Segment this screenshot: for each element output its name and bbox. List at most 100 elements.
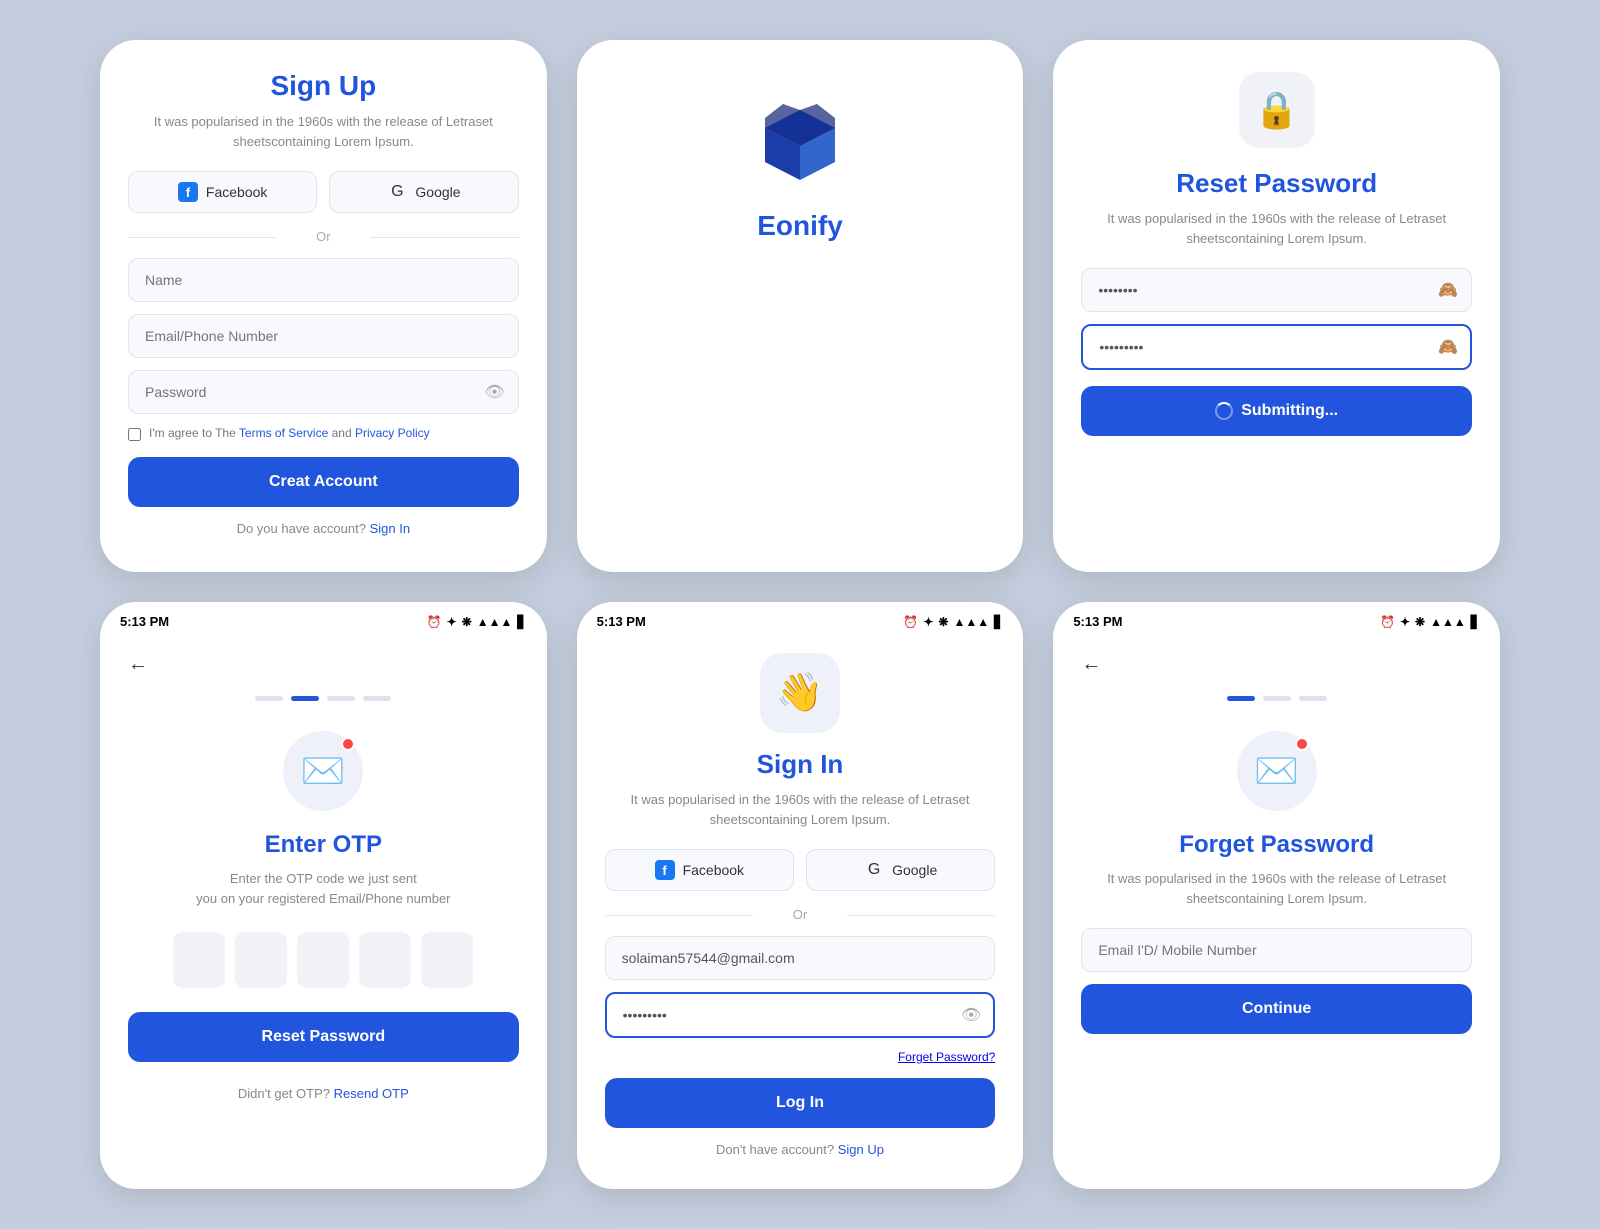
login-button[interactable]: Log In bbox=[605, 1078, 996, 1128]
reset-password-title: Reset Password bbox=[1081, 168, 1472, 199]
facebook-icon: f bbox=[178, 182, 198, 202]
signin-google-button[interactable]: G Google bbox=[806, 849, 995, 891]
social-buttons-row: f Facebook G Google bbox=[128, 171, 519, 213]
resend-row: Didn't get OTP? Resend OTP bbox=[128, 1086, 519, 1101]
statusbar-icons-forget: ⏰ ✦ ❋ ▲▲▲ ▋ bbox=[1380, 615, 1480, 629]
or-divider: Or bbox=[128, 229, 519, 244]
signin-card: 5:13 PM ⏰ ✦ ❋ ▲▲▲ ▋ 👋 Sign In It was pop… bbox=[577, 602, 1024, 1189]
forget-subtitle: It was popularised in the 1960s with the… bbox=[1081, 869, 1472, 908]
signin-facebook-label: Facebook bbox=[683, 862, 744, 878]
otp-input-2[interactable] bbox=[235, 932, 287, 988]
forgot-password-row: Forget Password? bbox=[605, 1050, 996, 1064]
otp-dot-2 bbox=[291, 696, 319, 701]
submit-button[interactable]: Submitting... bbox=[1081, 386, 1472, 436]
forget-email-icon-wrapper: ✉️ bbox=[1237, 731, 1317, 811]
forget-back-button[interactable]: ← bbox=[1081, 653, 1472, 676]
reset-password-card: 🔒 Reset Password It was popularised in t… bbox=[1053, 40, 1500, 572]
signin-password-input[interactable] bbox=[605, 992, 996, 1038]
signin-email-input[interactable] bbox=[605, 936, 996, 980]
privacy-policy-link[interactable]: Privacy Policy bbox=[355, 426, 430, 440]
eye-icon[interactable]: 👁 bbox=[484, 382, 504, 402]
email-input[interactable] bbox=[128, 314, 519, 358]
eonify-card: Eonify bbox=[577, 40, 1024, 572]
signin-prompt-row: Do you have account? Sign In bbox=[128, 521, 519, 536]
otp-title: Enter OTP bbox=[128, 831, 519, 859]
signin-social-row: f Facebook G Google bbox=[605, 849, 996, 891]
eonify-title: Eonify bbox=[757, 210, 843, 242]
terms-checkbox[interactable] bbox=[128, 428, 141, 441]
password-wrapper: 👁 bbox=[128, 370, 519, 414]
notification-dot bbox=[341, 737, 355, 751]
forget-notification-dot bbox=[1295, 737, 1309, 751]
signin-content: 👋 Sign In It was popularised in the 1960… bbox=[577, 637, 1024, 1189]
forgot-password-link[interactable]: Forget Password? bbox=[898, 1050, 995, 1064]
otp-dot-4 bbox=[363, 696, 391, 701]
loading-spinner bbox=[1215, 402, 1233, 420]
statusbar-signin: 5:13 PM ⏰ ✦ ❋ ▲▲▲ ▋ bbox=[577, 602, 1024, 637]
signin-google-icon: G bbox=[864, 860, 884, 880]
facebook-button[interactable]: f Facebook bbox=[128, 171, 317, 213]
forget-email-icon: ✉️ bbox=[1254, 750, 1299, 792]
terms-row: I'm agree to The Terms of Service and Pr… bbox=[128, 426, 519, 441]
reset-password1-input[interactable] bbox=[1081, 268, 1472, 312]
reset-password1-wrapper: 🙈 bbox=[1081, 268, 1472, 312]
statusbar-time-signin: 5:13 PM bbox=[597, 614, 646, 629]
enter-otp-card: 5:13 PM ⏰ ✦ ❋ ▲▲▲ ▋ ← ✉️ Enter OTP bbox=[100, 602, 547, 1189]
hand-wave-icon: 👋 bbox=[776, 671, 823, 715]
password-input[interactable] bbox=[128, 370, 519, 414]
eye-icon-1[interactable]: 🙈 bbox=[1438, 280, 1458, 300]
forget-dot-1 bbox=[1227, 696, 1255, 701]
terms-of-service-link[interactable]: Terms of Service bbox=[239, 426, 328, 440]
statusbar-icons: ⏰ ✦ ❋ ▲▲▲ ▋ bbox=[427, 615, 527, 629]
hand-icon-wrapper: 👋 bbox=[760, 653, 840, 733]
forget-content: ← ✉️ Forget Password It was popularised … bbox=[1053, 637, 1500, 1080]
continue-button[interactable]: Continue bbox=[1081, 984, 1472, 1034]
signin-facebook-button[interactable]: f Facebook bbox=[605, 849, 794, 891]
signup-title: Sign Up bbox=[128, 70, 519, 102]
forget-email-input[interactable] bbox=[1081, 928, 1472, 972]
back-button[interactable]: ← bbox=[128, 653, 519, 676]
google-button[interactable]: G Google bbox=[329, 171, 518, 213]
main-grid: Sign Up It was popularised in the 1960s … bbox=[100, 40, 1500, 1189]
forget-password-card: 5:13 PM ⏰ ✦ ❋ ▲▲▲ ▋ ← ✉️ Forget Password… bbox=[1053, 602, 1500, 1189]
forget-title: Forget Password bbox=[1081, 831, 1472, 859]
name-input[interactable] bbox=[128, 258, 519, 302]
signin-subtitle: It was popularised in the 1960s with the… bbox=[605, 790, 996, 829]
otp-description: Enter the OTP code we just sent you on y… bbox=[128, 869, 519, 908]
create-account-button[interactable]: Creat Account bbox=[128, 457, 519, 507]
lock-icon-wrapper: 🔒 bbox=[1239, 72, 1315, 148]
signin-eye-icon[interactable]: 👁 bbox=[961, 1005, 981, 1025]
email-icon-wrapper: ✉️ bbox=[283, 731, 363, 811]
otp-input-3[interactable] bbox=[297, 932, 349, 988]
signin-or-divider: Or bbox=[605, 907, 996, 922]
signin-link[interactable]: Sign In bbox=[370, 521, 410, 536]
google-label: Google bbox=[415, 184, 460, 200]
otp-input-4[interactable] bbox=[359, 932, 411, 988]
facebook-label: Facebook bbox=[206, 184, 267, 200]
forget-progress-dots bbox=[1081, 696, 1472, 701]
otp-content: ← ✉️ Enter OTP Enter the OTP code we jus… bbox=[100, 637, 547, 1133]
forget-dot-2 bbox=[1263, 696, 1291, 701]
register-prompt-row: Don't have account? Sign Up bbox=[605, 1142, 996, 1157]
google-icon: G bbox=[387, 182, 407, 202]
otp-input-5[interactable] bbox=[421, 932, 473, 988]
statusbar-time-forget: 5:13 PM bbox=[1073, 614, 1122, 629]
statusbar-icons-signin: ⏰ ✦ ❋ ▲▲▲ ▋ bbox=[903, 615, 1003, 629]
email-icon: ✉️ bbox=[301, 750, 346, 792]
eye-icon-2[interactable]: 🙈 bbox=[1438, 337, 1458, 357]
reset-password-button[interactable]: Reset Password bbox=[128, 1012, 519, 1062]
signin-google-label: Google bbox=[892, 862, 937, 878]
otp-input-row bbox=[128, 932, 519, 988]
signin-facebook-icon: f bbox=[655, 860, 675, 880]
reset-password2-input[interactable] bbox=[1081, 324, 1472, 370]
otp-input-1[interactable] bbox=[173, 932, 225, 988]
forget-dot-3 bbox=[1299, 696, 1327, 701]
resend-otp-link[interactable]: Resend OTP bbox=[334, 1086, 409, 1101]
terms-text: I'm agree to The Terms of Service and Pr… bbox=[149, 426, 430, 440]
submit-label: Submitting... bbox=[1241, 402, 1338, 420]
reset-password2-wrapper: 🙈 bbox=[1081, 324, 1472, 370]
eonify-logo-icon bbox=[755, 100, 845, 190]
reset-password-subtitle: It was popularised in the 1960s with the… bbox=[1081, 209, 1472, 248]
signup-card: Sign Up It was popularised in the 1960s … bbox=[100, 40, 547, 572]
signup-link[interactable]: Sign Up bbox=[838, 1142, 884, 1157]
